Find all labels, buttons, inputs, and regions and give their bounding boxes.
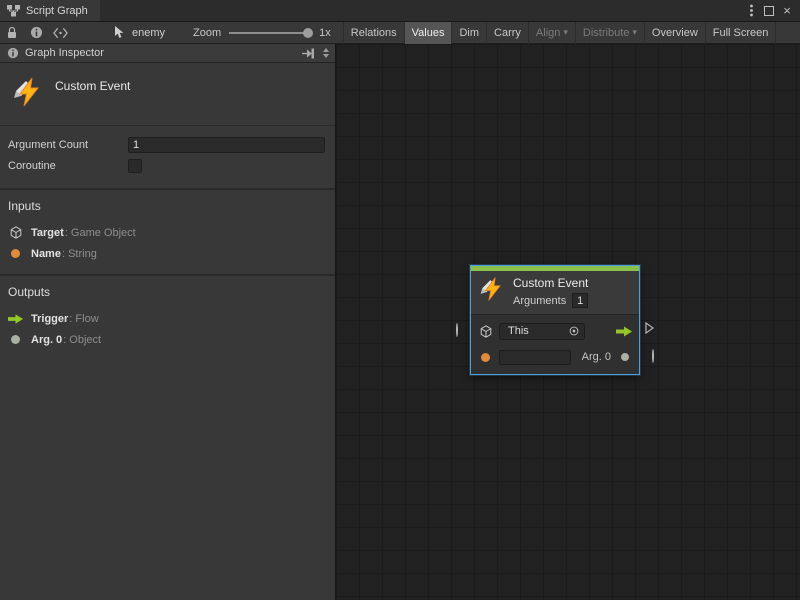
zoom-value: 1x [319,27,331,39]
argument-count-input[interactable] [128,137,325,153]
cube-icon [478,324,493,339]
trigger-flow-arrow-icon[interactable] [616,326,632,337]
main-area: Graph Inspector Custom Event [0,44,800,600]
graph-toolbar: enemy Zoom 1x Relations Values Dim Carry… [0,22,800,44]
zoom-label: Zoom [193,27,221,39]
port-name: Trigger [31,313,68,325]
node-body: This Arg. 0 [471,315,639,374]
port-name: Target [31,227,64,239]
tab-script-graph[interactable]: Script Graph [0,0,100,21]
arg0-value-input[interactable] [499,350,571,365]
argument-count-label: Argument Count [8,139,128,151]
custom-event-node[interactable]: Custom Event Arguments This [470,265,640,375]
unit-header: Custom Event [0,63,335,125]
outputs-section: Outputs Trigger: Flow Arg. 0: Object [0,274,335,360]
align-dropdown-button[interactable]: Align▾ [528,22,575,44]
custom-event-icon [479,276,505,302]
target-dropdown[interactable]: This [499,323,585,340]
code-icon[interactable] [48,22,72,44]
flow-arrow-icon [8,311,23,326]
close-icon[interactable]: × [779,3,795,19]
graph-name: enemy [132,27,165,39]
zoom-slider[interactable] [229,32,309,34]
port-type: : Game Object [65,227,136,239]
arg0-output-port[interactable] [652,350,654,362]
output-port-row: Arg. 0: Object [8,329,325,350]
object-dot-icon [8,332,23,347]
unit-fields: Argument Count Coroutine [0,125,335,188]
string-port-icon[interactable] [478,350,493,365]
output-port-row: Trigger: Flow [8,308,325,329]
dim-button[interactable]: Dim [451,22,486,44]
inspector-header: Graph Inspector [0,44,335,63]
arguments-label: Arguments [513,295,566,307]
node-header: Custom Event Arguments [471,271,639,315]
target-picker-icon[interactable] [568,325,580,337]
port-type: : String [62,248,97,260]
zoom-control: Zoom 1x [193,27,331,39]
carry-button[interactable]: Carry [486,22,528,44]
port-name: Name [31,248,61,260]
coroutine-row: Coroutine [8,155,325,176]
arg0-label: Arg. 0 [582,351,611,363]
node-title: Custom Event [513,276,588,290]
inspector-title: Graph Inspector [25,47,104,59]
overview-button[interactable]: Overview [644,22,705,44]
graph-canvas[interactable]: Custom Event Arguments This [336,44,800,600]
script-graph-icon [6,3,21,18]
inputs-section: Inputs Target: Game Object Name: String [0,188,335,274]
argument-count-row: Argument Count [8,134,325,155]
toolbar-buttons: Relations Values Dim Carry Align▾ Distri… [343,22,777,44]
info-icon[interactable] [24,22,48,44]
custom-event-icon [12,76,44,108]
coroutine-checkbox[interactable] [128,159,142,173]
info-icon [5,46,20,61]
node-arg0-row: Arg. 0 [478,347,632,367]
values-button[interactable]: Values [404,22,452,44]
titlebar: Script Graph × [0,0,800,22]
input-port-row: Name: String [8,243,325,264]
target-input-port[interactable] [456,324,458,336]
outputs-heading: Outputs [8,285,325,299]
window-menu-icon[interactable] [743,3,759,19]
string-dot-icon [8,246,23,261]
target-dropdown-value: This [508,325,529,337]
node-target-row: This [478,321,632,341]
unity-window: Script Graph × enemy [0,0,800,600]
port-type: : Flow [69,313,98,325]
distribute-dropdown-button[interactable]: Distribute▾ [575,22,644,44]
relations-button[interactable]: Relations [343,22,404,44]
port-type: : Object [63,334,101,346]
port-name: Arg. 0 [31,334,62,346]
graph-pointer-icon [112,25,127,40]
arguments-count-input[interactable] [572,293,588,308]
input-port-row: Target: Game Object [8,222,325,243]
tab-title: Script Graph [26,5,88,17]
cube-icon [8,225,23,240]
maximize-icon[interactable] [761,3,777,19]
unit-title: Custom Event [55,76,130,93]
lock-icon[interactable] [0,22,24,44]
graph-inspector-panel: Graph Inspector Custom Event [0,44,336,600]
chevron-down-icon: ▾ [632,28,637,37]
coroutine-label: Coroutine [8,160,128,172]
full-screen-button[interactable]: Full Screen [705,22,777,44]
dock-icon[interactable] [300,46,315,61]
chevron-down-icon: ▾ [563,28,568,37]
object-port-icon[interactable] [617,350,632,365]
trigger-output-port[interactable] [645,322,654,334]
scroll-spinner[interactable] [320,48,332,58]
graph-breadcrumb[interactable]: enemy [112,25,165,40]
inputs-heading: Inputs [8,199,325,213]
window-controls: × [743,0,800,21]
zoom-slider-handle[interactable] [303,28,313,38]
